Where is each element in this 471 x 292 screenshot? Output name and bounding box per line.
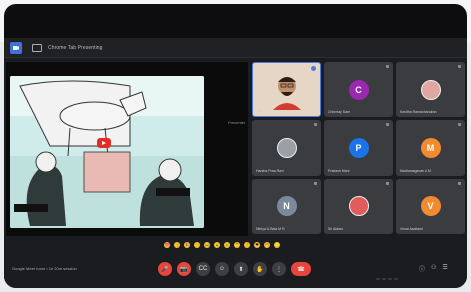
camera-off-button[interactable]: 📷 <box>177 262 191 276</box>
meet-stage: Presenter You C Chinmay Sam Kavitha Ramacha… <box>4 58 467 288</box>
monitor-screen: Chrome Tab Presenting Presenter You C Ch… <box>4 4 467 288</box>
shared-video[interactable] <box>10 76 204 228</box>
mic-off-button[interactable]: 🎤 <box>158 262 172 276</box>
tab-title: Chrome Tab Presenting <box>48 44 103 51</box>
participant-tile[interactable]: N Nithya & Bala M R <box>252 178 321 234</box>
meeting-details-icon[interactable]: ⓘ <box>419 264 425 273</box>
tile-options-icon[interactable] <box>458 123 461 127</box>
title-bar: Chrome Tab Presenting <box>4 38 467 58</box>
reactions-bar: 💖 👍 🎉 👏 😂 😮 😢 🤔 👎 ❤ 🔥 ⭐ <box>164 242 280 250</box>
participant-name: You <box>257 109 263 114</box>
call-controls: 🎤 📷 CC ☺ ⬆ ✋ ⋮ ☎ <box>158 262 311 276</box>
cartoon-illustration <box>10 76 204 228</box>
reaction-emoji-icon[interactable]: 👎 <box>244 242 250 248</box>
meet-app-icon <box>10 41 22 54</box>
participant-avatar: P <box>348 137 369 158</box>
tile-options-icon[interactable] <box>314 181 317 185</box>
reaction-emoji-icon[interactable]: 🎉 <box>184 242 190 248</box>
presenter-label: Presenter <box>228 120 246 125</box>
participant-name: Prakash Mani <box>328 168 350 173</box>
captions-button[interactable]: CC <box>196 262 210 276</box>
end-call-button[interactable]: ☎ <box>291 262 311 276</box>
participant-name: Madhanagavan A M <box>400 168 431 173</box>
raise-hand-button[interactable]: ✋ <box>253 262 267 276</box>
participant-name: Vimal Asaitami <box>400 226 423 231</box>
participant-avatar: N <box>276 196 297 217</box>
participant-tile[interactable]: You <box>252 62 321 118</box>
reaction-emoji-icon[interactable]: 😮 <box>214 242 220 248</box>
participant-video <box>272 76 301 110</box>
reaction-emoji-icon[interactable]: 🤔 <box>234 242 240 248</box>
reaction-emoji-icon[interactable]: 😂 <box>204 242 210 248</box>
tile-options-icon[interactable] <box>314 123 317 127</box>
presentation-icon <box>32 43 42 52</box>
side-panel-icons: ⓘ ⚇ ☰ <box>419 264 448 273</box>
participant-tile[interactable]: V Vimal Asaitami <box>396 178 465 234</box>
tile-options-icon[interactable] <box>386 65 389 68</box>
participant-tile[interactable]: C Chinmay Sam <box>324 62 393 118</box>
reactions-button[interactable]: ☺ <box>215 262 229 276</box>
participant-photo <box>420 79 441 100</box>
reaction-emoji-icon[interactable]: ⭐ <box>274 242 280 248</box>
reaction-emoji-icon[interactable]: 😢 <box>224 242 230 248</box>
tile-options-icon[interactable] <box>386 123 389 127</box>
chat-icon[interactable]: ☰ <box>442 264 447 273</box>
reaction-emoji-icon[interactable]: 💖 <box>164 242 170 248</box>
youtube-play-icon[interactable] <box>97 138 111 148</box>
bezel-indicator <box>376 278 398 280</box>
participant-logo <box>348 196 369 217</box>
participant-name: Kavitha Ramachandran <box>400 110 437 115</box>
meeting-info: Google Meet room • 1h 20m session <box>12 266 77 271</box>
participant-grid: You C Chinmay Sam Kavitha Ramachandran Harsh… <box>252 62 465 234</box>
speaking-indicator-icon <box>311 66 316 71</box>
participant-avatar: C <box>348 79 369 100</box>
participant-name: Chinmay Sam <box>328 110 350 115</box>
participant-tile[interactable]: Kavitha Ramachandran <box>396 62 465 118</box>
tile-options-icon[interactable] <box>386 181 389 185</box>
participant-avatar: M <box>420 137 441 158</box>
participant-tile[interactable]: Harsha Praa Ravi <box>252 120 321 176</box>
participant-name: Harsha Praa Ravi <box>256 168 284 173</box>
participant-tile[interactable]: P Prakash Mani <box>324 120 393 176</box>
participant-name: Nithya & Bala M R <box>256 226 285 231</box>
participant-tile[interactable]: Sri Aldaro <box>324 178 393 234</box>
more-options-button[interactable]: ⋮ <box>272 262 286 276</box>
reaction-emoji-icon[interactable]: ❤ <box>254 242 260 248</box>
tile-options-icon[interactable] <box>458 181 461 185</box>
tile-options-icon[interactable] <box>458 65 461 68</box>
participant-avatar: V <box>420 196 441 217</box>
reaction-emoji-icon[interactable]: 👍 <box>174 242 180 248</box>
reaction-emoji-icon[interactable]: 👏 <box>194 242 200 248</box>
reaction-emoji-icon[interactable]: 🔥 <box>264 242 270 248</box>
people-icon[interactable]: ⚇ <box>431 264 436 273</box>
present-button[interactable]: ⬆ <box>234 262 248 276</box>
participant-photo <box>276 137 297 158</box>
participant-name: Sri Aldaro <box>328 226 344 231</box>
shared-screen[interactable]: Presenter <box>6 62 248 236</box>
participant-tile[interactable]: M Madhanagavan A M <box>396 120 465 176</box>
